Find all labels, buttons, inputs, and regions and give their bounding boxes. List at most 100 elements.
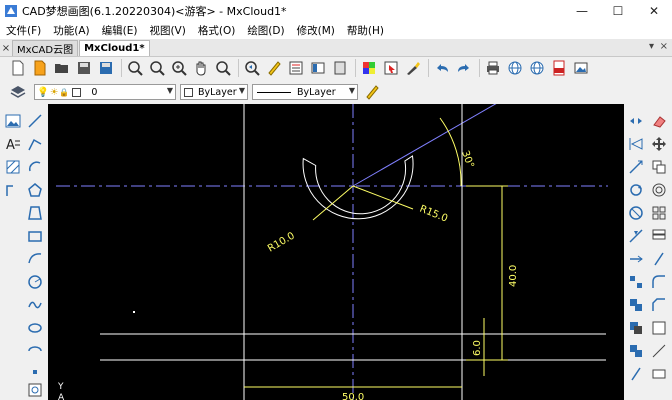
- pan-hand-icon[interactable]: [191, 58, 211, 78]
- draw-order-icon[interactable]: [626, 318, 646, 338]
- layer-stack-icon[interactable]: [8, 82, 28, 102]
- color-dropdown[interactable]: ByLayer ▼: [180, 84, 248, 100]
- tab-mxcloud1[interactable]: MxCloud1*: [79, 40, 150, 56]
- layer-manager-icon[interactable]: [308, 58, 328, 78]
- tab-list-chevron-icon[interactable]: ▾: [649, 41, 654, 52]
- stretch-icon[interactable]: [626, 111, 646, 131]
- cursor-point: [133, 311, 135, 313]
- shape-icon[interactable]: [25, 203, 45, 223]
- menu-view[interactable]: 视图(V): [143, 23, 191, 38]
- explode-icon[interactable]: [626, 272, 646, 292]
- ellipse-arc-icon[interactable]: [25, 341, 45, 361]
- print-icon[interactable]: [483, 58, 503, 78]
- break-icon[interactable]: [649, 249, 669, 269]
- mtext-icon[interactable]: A: [3, 134, 23, 154]
- linetype-dropdown[interactable]: ByLayer ▼: [252, 84, 358, 100]
- image-export-icon[interactable]: [571, 58, 591, 78]
- zoom-realtime-icon[interactable]: [147, 58, 167, 78]
- web-globe-icon[interactable]: [505, 58, 525, 78]
- zoom-in-icon[interactable]: [169, 58, 189, 78]
- circle-icon[interactable]: [25, 272, 45, 292]
- eraser-icon[interactable]: [649, 111, 669, 131]
- tab-close-all-icon[interactable]: ×: [660, 41, 668, 52]
- save-icon[interactable]: [74, 58, 94, 78]
- menu-modify[interactable]: 修改(M): [291, 23, 341, 38]
- mirror-icon[interactable]: [626, 134, 646, 154]
- polyline-icon[interactable]: [25, 134, 45, 154]
- align-icon[interactable]: [649, 341, 669, 361]
- image-icon[interactable]: [3, 111, 23, 131]
- menu-format[interactable]: 格式(O): [192, 23, 241, 38]
- tab-close-icon[interactable]: ×: [0, 43, 12, 54]
- fillet-icon[interactable]: [649, 272, 669, 292]
- divide-icon[interactable]: [626, 364, 646, 384]
- zoom-previous-icon[interactable]: [242, 58, 262, 78]
- new-template-icon[interactable]: [30, 58, 50, 78]
- group-icon[interactable]: [626, 341, 646, 361]
- dim-r15: R15.0: [418, 204, 449, 225]
- polygon-icon[interactable]: [25, 180, 45, 200]
- drawing-canvas[interactable]: R10.0 R15.0 30° 40.0 6.0 50.0 Y A: [48, 104, 624, 400]
- web-export-icon[interactable]: [527, 58, 547, 78]
- menu-file[interactable]: 文件(F): [0, 23, 47, 38]
- dim-50: 50.0: [342, 392, 364, 400]
- select-arrow-icon[interactable]: [381, 58, 401, 78]
- match-properties-icon[interactable]: [330, 58, 350, 78]
- save-as-icon[interactable]: [96, 58, 116, 78]
- copy-icon[interactable]: [649, 157, 669, 177]
- arc-3pt-icon[interactable]: [25, 249, 45, 269]
- open-folder-icon[interactable]: [52, 58, 72, 78]
- spline-icon[interactable]: [25, 295, 45, 315]
- measure-icon[interactable]: [649, 364, 669, 384]
- edit-text-icon[interactable]: [649, 318, 669, 338]
- properties-icon[interactable]: [286, 58, 306, 78]
- ellipse-icon[interactable]: [25, 318, 45, 338]
- new-file-icon[interactable]: [8, 58, 28, 78]
- menu-edit[interactable]: 编辑(E): [96, 23, 144, 38]
- array-icon[interactable]: [626, 203, 646, 223]
- menu-bar: 文件(F) 功能(A) 编辑(E) 视图(V) 格式(O) 绘图(D) 修改(M…: [0, 22, 672, 39]
- scale-icon[interactable]: [626, 157, 646, 177]
- drawing-svg[interactable]: R10.0 R15.0 30° 40.0 6.0 50.0 Y A: [48, 104, 624, 400]
- arc-icon[interactable]: [25, 157, 45, 177]
- menu-help[interactable]: 帮助(H): [341, 23, 390, 38]
- polyline-arc-icon[interactable]: [3, 180, 23, 200]
- pencil-properties-icon[interactable]: [362, 82, 382, 102]
- menu-function[interactable]: 功能(A): [47, 23, 95, 38]
- rect-array-icon[interactable]: [649, 203, 669, 223]
- zoom-window-icon[interactable]: [125, 58, 145, 78]
- minimize-button[interactable]: —: [564, 0, 600, 22]
- pencil-icon[interactable]: [264, 58, 284, 78]
- close-button[interactable]: ✕: [636, 0, 672, 22]
- extend-icon[interactable]: [626, 249, 646, 269]
- document-tab-bar: × MxCAD云图 MxCloud1* ▾ ×: [0, 39, 672, 57]
- point-icon[interactable]: [25, 362, 45, 382]
- color-palette-icon[interactable]: [359, 58, 379, 78]
- join-icon[interactable]: [626, 295, 646, 315]
- angle-construction-line: [352, 104, 497, 187]
- chamfer-icon[interactable]: [649, 295, 669, 315]
- chevron-down-icon: ▼: [238, 86, 245, 95]
- zoom-extents-icon[interactable]: [213, 58, 233, 78]
- layer-value: 0: [91, 86, 98, 98]
- layer-dropdown[interactable]: 💡 ☀ 🔒 0 ▼: [34, 84, 176, 100]
- brush-icon[interactable]: [403, 58, 423, 78]
- tab-mxcad-cloud[interactable]: MxCAD云图: [12, 40, 79, 56]
- rectangle-icon[interactable]: [25, 226, 45, 246]
- block-insert-icon[interactable]: [25, 380, 45, 400]
- pdf-export-icon[interactable]: [549, 58, 569, 78]
- lock-icon: 🔒: [59, 87, 70, 97]
- hatch-icon[interactable]: [3, 157, 23, 177]
- rotate-icon[interactable]: [626, 180, 646, 200]
- move-icon[interactable]: [649, 134, 669, 154]
- trim-icon[interactable]: [626, 226, 646, 246]
- redo-icon[interactable]: [454, 58, 474, 78]
- slot-outline: [302, 155, 414, 220]
- line-icon[interactable]: [25, 111, 45, 131]
- maximize-button[interactable]: ☐: [600, 0, 636, 22]
- undo-icon[interactable]: [432, 58, 452, 78]
- menu-draw[interactable]: 绘图(D): [241, 23, 290, 38]
- linetype-sample: [257, 91, 291, 93]
- offset-icon[interactable]: [649, 180, 669, 200]
- stack-icon[interactable]: [649, 226, 669, 246]
